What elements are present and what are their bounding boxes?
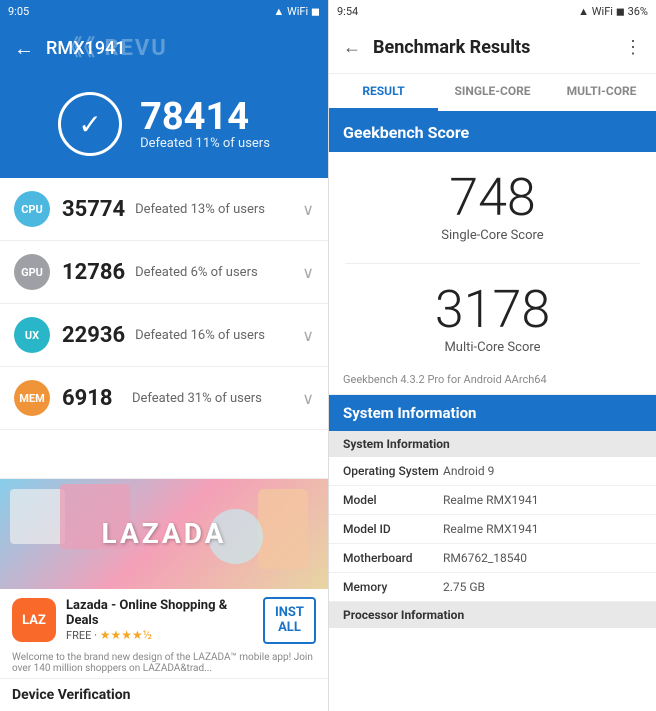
gpu-value: 12786 [62,260,125,285]
ad-description: Welcome to the brand new design of the L… [0,652,328,678]
right-status-icons: ▲ WiFi ◼ 36% [578,5,648,18]
score-circle: ✓ [58,92,122,156]
device-name: RMX1941 [46,38,126,59]
model-id-key: Model ID [343,522,443,536]
system-info-header: System Information [329,395,656,431]
mem-value: 6918 [62,386,122,411]
memory-key: Memory [343,580,443,594]
ad-item-row: LAZ Lazada - Online Shopping & Deals FRE… [0,589,328,652]
sys-section-label: System Information [329,431,656,457]
model-key: Model [343,493,443,507]
metrics-list: CPU 35774 Defeated 13% of users ∨ GPU 12… [0,178,328,478]
ad-subtitle: FREE · ★★★★½ [66,628,253,642]
left-back-arrow[interactable]: ← [14,36,34,61]
mem-chevron-icon[interactable]: ∨ [302,389,314,408]
multi-core-score: 3178 [435,284,550,336]
ad-banner[interactable]: LAZADA [0,479,328,589]
cpu-desc: Defeated 13% of users [135,202,302,217]
tab-result[interactable]: RESULT [329,74,438,111]
benchmark-results-title: Benchmark Results [373,37,624,58]
tab-multi-core[interactable]: MULTI-CORE [547,74,656,111]
tab-single-core[interactable]: SINGLE-CORE [438,74,547,111]
benchmark-tabs: RESULT SINGLE-CORE MULTI-CORE [329,74,656,113]
ad-info: Lazada - Online Shopping & Deals FREE · … [66,598,253,642]
right-back-arrow[interactable]: ← [343,37,361,58]
score-section: ✓ 78414 Defeated 11% of users [0,74,328,178]
motherboard-val: RM6762_18540 [443,551,642,565]
processor-section-label: Processor Information [329,602,656,628]
os-key: Operating System [343,464,443,478]
sys-row-memory: Memory 2.75 GB [329,573,656,602]
cpu-chevron-icon[interactable]: ∨ [302,200,314,219]
os-val: Android 9 [443,464,642,478]
ad-free-label: FREE · [66,629,100,642]
sys-row-os: Operating System Android 9 [329,457,656,486]
mem-desc: Defeated 31% of users [132,391,302,406]
score-main: 78414 Defeated 11% of users [140,98,270,151]
motherboard-key: Motherboard [343,551,443,565]
single-core-block: 748 Single-Core Score [441,172,543,243]
left-status-icons: ▲ WiFi ◼ [273,5,320,18]
metric-row-cpu[interactable]: CPU 35774 Defeated 13% of users ∨ [0,178,328,241]
left-time: 9:05 [8,5,29,18]
gpu-desc: Defeated 6% of users [135,265,302,280]
sys-row-motherboard: Motherboard RM6762_18540 [329,544,656,573]
metric-row-gpu[interactable]: GPU 12786 Defeated 6% of users ∨ [0,241,328,304]
ad-logo-text: LAZ [22,613,46,628]
main-score-subtitle: Defeated 11% of users [140,136,270,151]
single-core-score: 748 [441,172,543,224]
menu-dots-icon[interactable]: ⋮ [624,37,642,58]
right-status-bar: 9:54 ▲ WiFi ◼ 36% [329,0,656,22]
cpu-icon: CPU [14,191,50,227]
ad-stars: ★★★★½ [100,628,152,642]
scores-section: 748 Single-Core Score 3178 Multi-Core Sc… [329,152,656,365]
metric-row-ux[interactable]: UX 22936 Defeated 16% of users ∨ [0,304,328,367]
geekbench-score-header: Geekbench Score [329,113,656,152]
sys-row-model-id: Model ID Realme RMX1941 [329,515,656,544]
geekbench-version: Geekbench 4.3.2 Pro for Android AArch64 [329,365,656,395]
multi-core-block: 3178 Multi-Core Score [435,284,550,355]
ad-section: LAZADA LAZ Lazada - Online Shopping & De… [0,478,328,711]
ux-desc: Defeated 16% of users [135,328,302,343]
model-val: Realme RMX1941 [443,493,642,507]
score-divider [345,263,639,264]
mem-icon: MEM [14,380,50,416]
left-status-bar: 9:05 ▲ WiFi ◼ [0,0,328,22]
system-info-table: System Information Operating System Andr… [329,431,656,628]
right-header: ← Benchmark Results ⋮ [329,22,656,74]
right-time: 9:54 [337,5,358,18]
ux-chevron-icon[interactable]: ∨ [302,326,314,345]
left-panel: 9:05 ▲ WiFi ◼ ← RMX1941 《《 REVU ✓ 78414 … [0,0,328,711]
install-button[interactable]: INSTALL [263,597,316,644]
sys-row-model: Model Realme RMX1941 [329,486,656,515]
memory-val: 2.75 GB [443,580,642,594]
gpu-icon: GPU [14,254,50,290]
ux-value: 22936 [62,323,125,348]
ad-banner-text: LAZADA [102,517,227,550]
cpu-value: 35774 [62,197,125,222]
checkmark-icon: ✓ [78,108,101,141]
single-core-label: Single-Core Score [441,228,543,243]
ux-icon: UX [14,317,50,353]
left-header: ← RMX1941 《《 REVU [0,22,328,74]
device-verification-label: Device Verification [0,678,328,711]
multi-core-label: Multi-Core Score [435,340,550,355]
model-id-val: Realme RMX1941 [443,522,642,536]
gpu-chevron-icon[interactable]: ∨ [302,263,314,282]
metric-row-mem[interactable]: MEM 6918 Defeated 31% of users ∨ [0,367,328,430]
ad-title: Lazada - Online Shopping & Deals [66,598,253,628]
right-panel: 9:54 ▲ WiFi ◼ 36% ← Benchmark Results ⋮ … [328,0,656,711]
main-score-number: 78414 [140,98,270,136]
ad-logo: LAZ [12,598,56,642]
